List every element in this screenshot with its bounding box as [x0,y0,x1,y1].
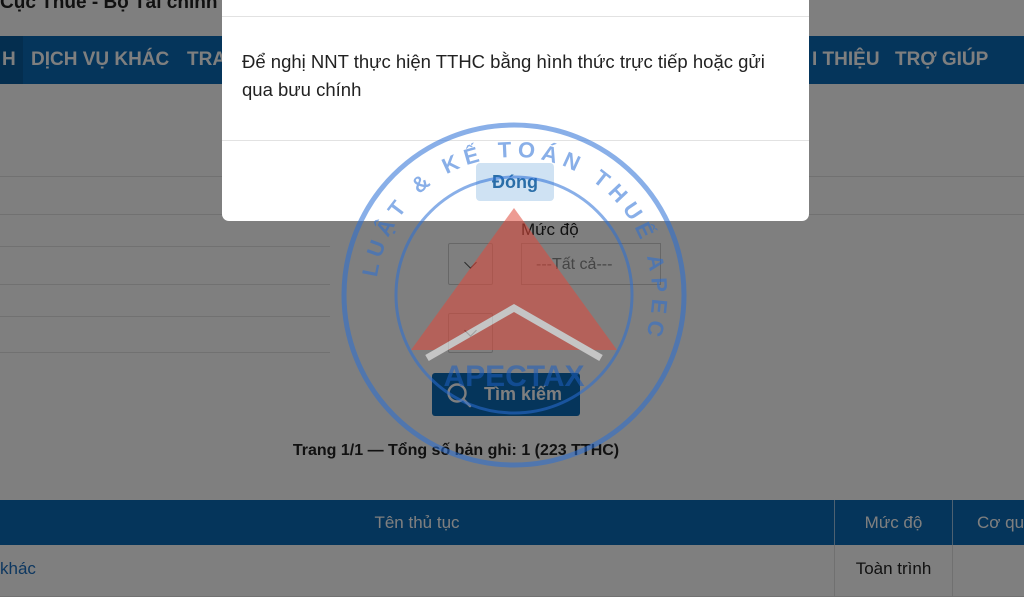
modal-header-divider [222,16,809,17]
modal-message: Để nghị NNT thực hiện TTHC bằng hình thứ… [242,51,765,100]
modal-footer-divider [222,140,809,141]
notice-modal: Để nghị NNT thực hiện TTHC bằng hình thứ… [222,0,809,221]
close-button[interactable]: Đóng [476,163,554,201]
